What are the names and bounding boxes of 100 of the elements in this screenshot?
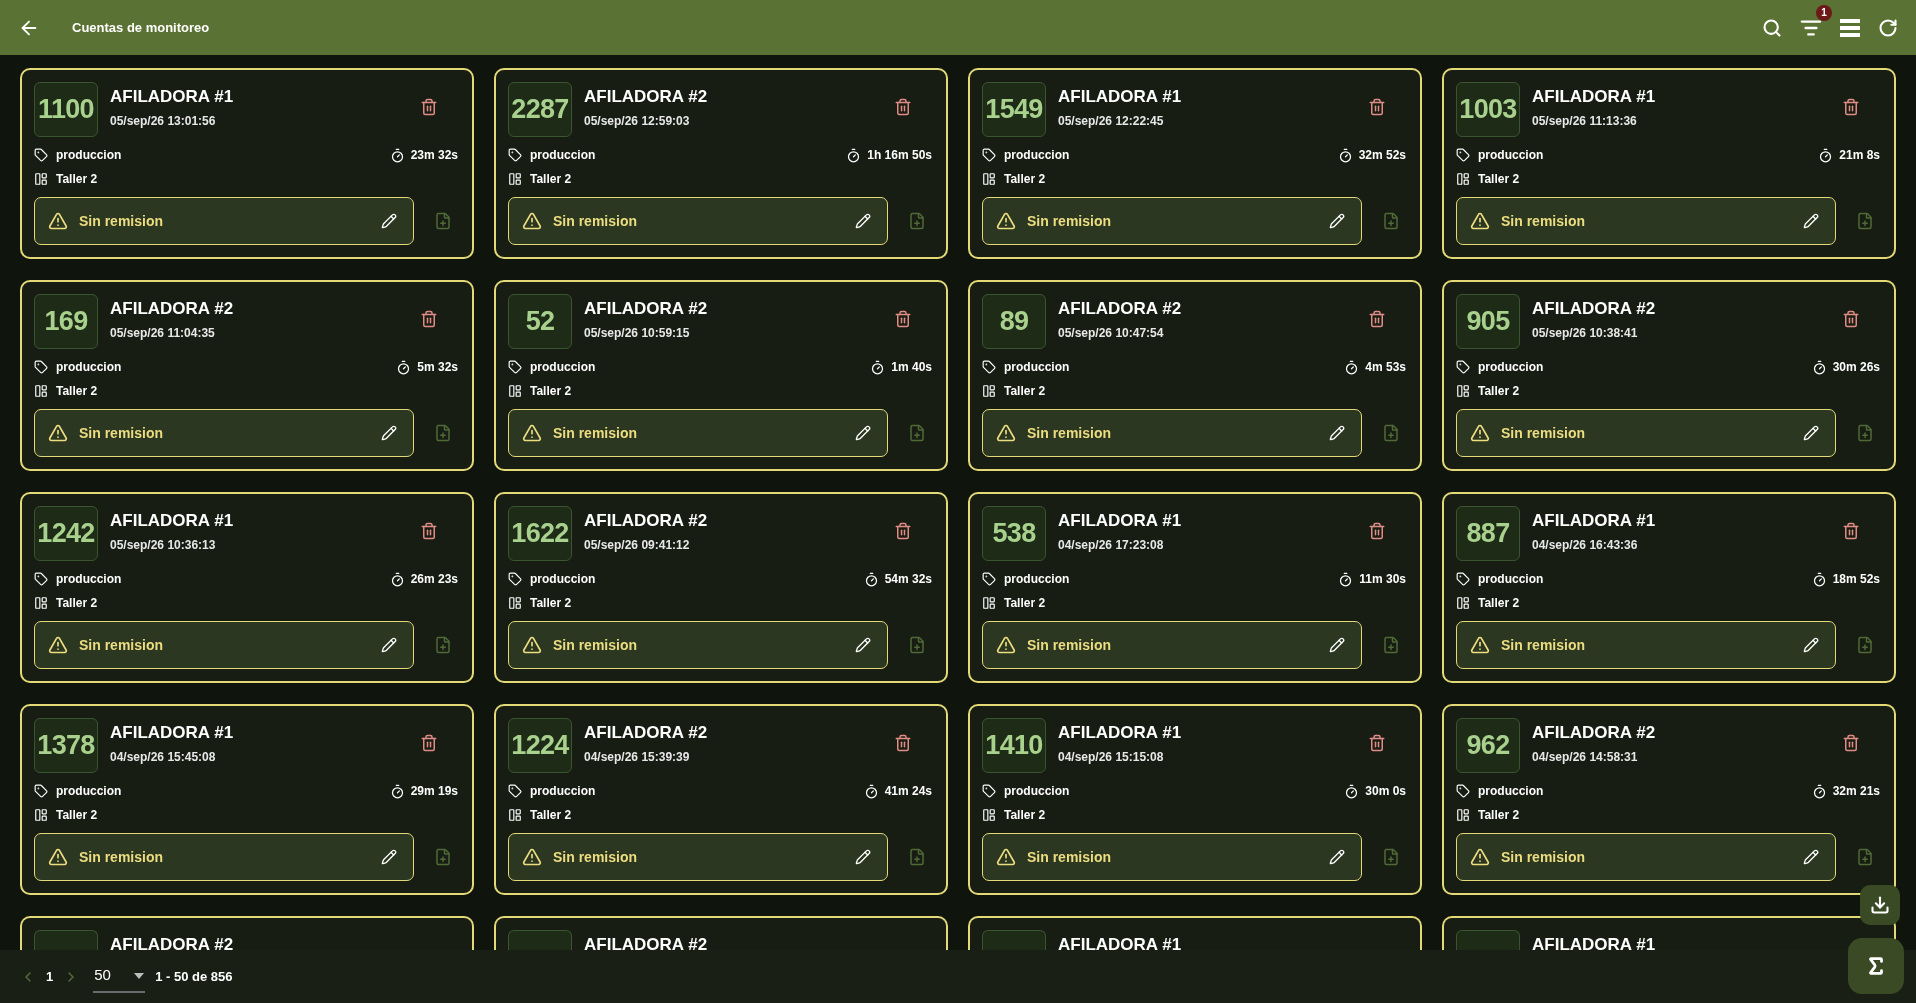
record-datetime: 05/sep/26 11:13:36 [1532, 113, 1638, 130]
tag-icon [1456, 784, 1470, 798]
status-button[interactable]: Sin remision [34, 197, 414, 245]
delete-button[interactable] [420, 310, 438, 328]
add-note-button[interactable] [908, 212, 926, 230]
status-button[interactable]: Sin remision [982, 197, 1362, 245]
machine-name: AFILADORA #1 [1532, 86, 1656, 108]
delete-button[interactable] [420, 522, 438, 540]
status-button[interactable]: Sin remision [1456, 621, 1836, 669]
page-size-select[interactable]: 50 [93, 960, 146, 993]
status-button[interactable]: Sin remision [1456, 197, 1836, 245]
location-label: Taller 2 [1004, 807, 1046, 824]
note-add-icon [434, 212, 452, 230]
delete-button[interactable] [894, 734, 912, 752]
timer-icon [1818, 147, 1834, 163]
edit-icon [1803, 425, 1819, 441]
warning-icon [996, 423, 1016, 443]
note-add-icon [908, 636, 926, 654]
add-note-button[interactable] [1856, 424, 1874, 442]
category-label: produccion [530, 359, 596, 376]
status-button[interactable]: Sin remision [982, 833, 1362, 881]
note-add-icon [434, 848, 452, 866]
add-note-button[interactable] [1382, 848, 1400, 866]
delete-button[interactable] [1368, 522, 1386, 540]
record-number: 538 [982, 506, 1046, 561]
edit-icon [1803, 849, 1819, 865]
status-button[interactable]: Sin remision [982, 621, 1362, 669]
page-range: 1 - 50 de 856 [155, 967, 233, 986]
machine-name: AFILADORA #1 [1532, 934, 1656, 950]
location-icon [982, 808, 996, 822]
note-add-icon [1856, 424, 1874, 442]
add-note-button[interactable] [1382, 424, 1400, 442]
add-note-button[interactable] [908, 636, 926, 654]
add-note-button[interactable] [1856, 636, 1874, 654]
delete-button[interactable] [420, 734, 438, 752]
status-button[interactable]: Sin remision [508, 409, 888, 457]
status-button[interactable]: Sin remision [982, 409, 1362, 457]
add-note-button[interactable] [908, 424, 926, 442]
delete-button[interactable] [1368, 98, 1386, 116]
status-button[interactable]: Sin remision [34, 409, 414, 457]
add-note-button[interactable] [434, 212, 452, 230]
note-add-icon [1382, 636, 1400, 654]
location-icon [1456, 596, 1470, 610]
record-datetime: 05/sep/26 12:22:45 [1058, 113, 1165, 130]
record-datetime: 04/sep/26 15:39:39 [584, 749, 691, 766]
refresh-icon [1878, 17, 1898, 38]
status-button[interactable]: Sin remision [34, 833, 414, 881]
delete-button[interactable] [420, 98, 438, 116]
totals-button[interactable] [1848, 938, 1904, 994]
category-label: produccion [1478, 783, 1544, 800]
status-button[interactable]: Sin remision [508, 621, 888, 669]
duration-label: 4m 53s [1365, 359, 1406, 376]
add-note-button[interactable] [1382, 636, 1400, 654]
record-datetime: 05/sep/26 11:04:35 [110, 325, 216, 342]
download-button[interactable] [1860, 885, 1900, 925]
timer-icon [870, 359, 886, 375]
delete-button[interactable] [1842, 310, 1860, 328]
search-button[interactable] [1762, 17, 1782, 38]
record-number: 2287 [508, 82, 572, 137]
location-label: Taller 2 [1478, 595, 1520, 612]
tag-icon [1456, 572, 1470, 586]
delete-button[interactable] [1842, 734, 1860, 752]
add-note-button[interactable] [908, 848, 926, 866]
location-label: Taller 2 [56, 171, 98, 188]
add-note-button[interactable] [434, 424, 452, 442]
current-page: 1 [46, 967, 54, 986]
record-datetime: 05/sep/26 13:01:56 [110, 113, 217, 130]
warning-icon [522, 423, 542, 443]
tag-icon [982, 572, 996, 586]
delete-button[interactable] [894, 310, 912, 328]
add-note-button[interactable] [1856, 848, 1874, 866]
delete-button[interactable] [1368, 310, 1386, 328]
status-button[interactable]: Sin remision [34, 621, 414, 669]
delete-button[interactable] [894, 522, 912, 540]
add-note-button[interactable] [434, 636, 452, 654]
status-button[interactable]: Sin remision [508, 833, 888, 881]
add-note-button[interactable] [1856, 212, 1874, 230]
note-add-icon [908, 848, 926, 866]
tag-icon [34, 572, 48, 586]
status-button[interactable]: Sin remision [1456, 409, 1836, 457]
duration-label: 54m 32s [884, 571, 932, 588]
add-note-button[interactable] [1382, 212, 1400, 230]
status-button[interactable]: Sin remision [508, 197, 888, 245]
refresh-button[interactable] [1878, 17, 1898, 38]
tag-icon [982, 148, 996, 162]
warning-icon [48, 635, 68, 655]
trash-icon [894, 98, 912, 116]
delete-button[interactable] [1842, 98, 1860, 116]
add-note-button[interactable] [434, 848, 452, 866]
status-button[interactable]: Sin remision [1456, 833, 1836, 881]
record-datetime: 04/sep/26 15:15:08 [1058, 749, 1165, 766]
timer-icon [1344, 783, 1360, 799]
record-number: 962 [1456, 718, 1520, 773]
duration-label: 23m 32s [410, 147, 458, 164]
location-icon [508, 808, 522, 822]
trash-icon [894, 310, 912, 328]
delete-button[interactable] [1368, 734, 1386, 752]
delete-button[interactable] [1842, 522, 1860, 540]
view-toggle-button[interactable] [1840, 18, 1860, 37]
delete-button[interactable] [894, 98, 912, 116]
